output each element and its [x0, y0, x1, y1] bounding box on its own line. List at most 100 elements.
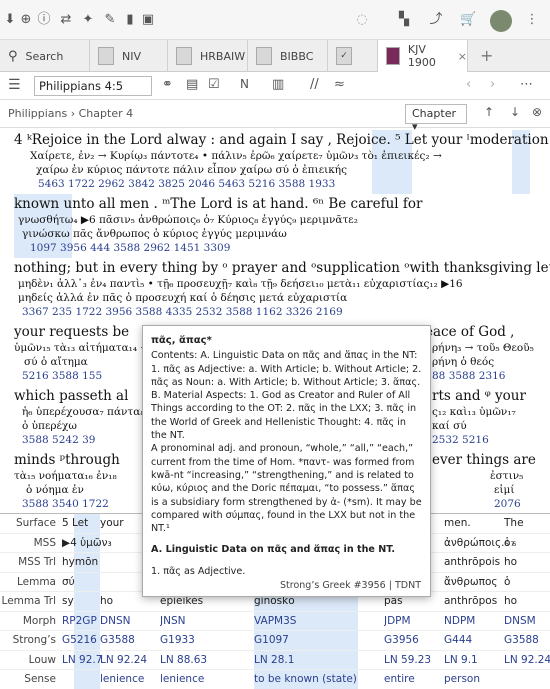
close-icon[interactable]: ×: [458, 50, 467, 63]
grid-cell[interactable]: JDPM: [384, 615, 411, 627]
tab-niv[interactable]: NIV: [90, 40, 168, 72]
tab-checklist[interactable]: ✓: [328, 40, 378, 72]
grid-cell[interactable]: ho: [504, 595, 517, 607]
verse-line[interactable]: 4 ᵏRejoice in the Lord alway : and again…: [14, 132, 550, 148]
grid-cell[interactable]: σύ: [62, 576, 75, 588]
tab-kjv[interactable]: KJV 1900 ×: [378, 40, 468, 72]
grid-cell[interactable]: VAPM3S: [254, 615, 296, 627]
columns-icon[interactable]: ▥: [272, 77, 284, 92]
grid-cell[interactable]: anthrōpos: [444, 595, 497, 607]
layouts-icon[interactable]: ▣: [140, 12, 156, 28]
more-icon[interactable]: ⋯: [520, 77, 533, 92]
verse-line[interactable]: ever things are: [432, 452, 547, 468]
grid-cell[interactable]: person: [444, 673, 480, 685]
hamburger-icon[interactable]: ☰: [8, 77, 21, 93]
sync-icon[interactable]: ⇄: [58, 12, 74, 28]
pin-icon[interactable]: ✦: [80, 12, 96, 28]
grid-cell[interactable]: ἄνθρωπος: [444, 576, 498, 588]
grid-cell[interactable]: JNSN: [160, 615, 185, 627]
popup-section[interactable]: A. Linguistic Data on πᾶς and ἅπας in th…: [151, 543, 422, 556]
grid-cell[interactable]: G3588: [100, 634, 135, 646]
sync-link-icon[interactable]: ⚭: [162, 77, 173, 92]
verse-line[interactable]: rts and ᵠ your: [432, 388, 547, 404]
grid-cell[interactable]: LN 9.1: [444, 654, 478, 666]
grid-cell[interactable]: LN 92.7: [62, 654, 102, 666]
parallel-icon[interactable]: //: [310, 77, 319, 92]
reference-input[interactable]: Philippians 4:5: [34, 76, 152, 96]
grid-cell[interactable]: your: [100, 517, 124, 529]
grid-cell[interactable]: G1097: [254, 634, 289, 646]
reference-value: Philippians 4:5: [39, 79, 124, 93]
grid-cell[interactable]: sy: [62, 595, 74, 607]
grid-cell[interactable]: LN 92.24: [100, 654, 147, 666]
cart-icon[interactable]: 🛒: [460, 12, 476, 28]
down-icon[interactable]: ↓: [510, 105, 520, 119]
tab-hrbaiw[interactable]: HRBAIW: [168, 40, 248, 72]
grid-cell[interactable]: entire: [384, 673, 415, 685]
grid-cell[interactable]: anthrōpois: [444, 556, 500, 568]
app-toolbar: ⬇ ⊕ ⓘ ⇄ ✦ ✎ ▮ ▣ ◌ ▚ ⤴ 🛒 ⋮: [0, 0, 550, 40]
tab-label: KJV 1900: [407, 43, 436, 69]
grid-cell[interactable]: lenience: [160, 673, 204, 685]
info-icon[interactable]: ⓘ: [36, 12, 52, 28]
popup-footer[interactable]: Strong’s Greek #3956 | TDNT: [151, 579, 421, 592]
grid-cell[interactable]: to be known (state): [254, 673, 357, 685]
check-icon[interactable]: ☑: [208, 77, 220, 92]
grid-cell[interactable]: NDPM: [444, 615, 475, 627]
grid-cell[interactable]: ▶4 ὑμῶν₃: [62, 537, 112, 549]
layout-icon[interactable]: ▚: [396, 12, 412, 28]
menu-icon[interactable]: ⋮: [524, 12, 540, 28]
grid-cell[interactable]: DNSM: [504, 615, 536, 627]
up-icon[interactable]: ↑: [484, 105, 494, 119]
bookmark-icon[interactable]: ▮: [122, 12, 138, 28]
tab-bibbc[interactable]: BIBBC: [248, 40, 328, 72]
back-icon[interactable]: ‹: [466, 77, 471, 92]
grid-cell[interactable]: ὁ₇: [504, 537, 515, 549]
popup-contents: Contents: A. Linguistic Data on πᾶς and …: [151, 350, 422, 442]
grid-cell[interactable]: hymōn: [62, 556, 98, 568]
search-icon: ⚲: [8, 48, 18, 64]
forward-icon[interactable]: ›: [490, 77, 495, 92]
grid-cell[interactable]: G3956: [384, 634, 419, 646]
grid-cell[interactable]: ho: [504, 556, 517, 568]
grid-cell[interactable]: LN 88.63: [160, 654, 207, 666]
download-icon[interactable]: ⬇: [2, 12, 18, 28]
panel-icon[interactable]: ▤: [186, 77, 198, 92]
verse-line[interactable]: known unto all men . ᵐThe Lord is at han…: [14, 196, 550, 212]
add-tab-icon[interactable]: +: [480, 46, 493, 65]
pen-icon[interactable]: ✎: [102, 12, 118, 28]
grid-row-label: Lemma: [16, 575, 56, 588]
hide-icon[interactable]: ⊗: [532, 105, 542, 119]
grid-cell[interactable]: ho: [100, 595, 113, 607]
grid-cell[interactable]: RP2GP: [62, 615, 97, 627]
grid-cell[interactable]: men.: [444, 517, 471, 529]
tab-label: HRBAIW: [200, 49, 246, 63]
add-icon[interactable]: ⊕: [18, 12, 34, 28]
grid-cell[interactable]: lenience: [100, 673, 144, 685]
grid-cell[interactable]: ὁ: [504, 576, 510, 588]
grid-cell[interactable]: DNSN: [100, 615, 130, 627]
grid-cell[interactable]: LN 28.1: [254, 654, 294, 666]
tab-search[interactable]: ⚲ Search: [0, 40, 90, 72]
grid-cell[interactable]: 5 Let: [62, 517, 88, 529]
lexicon-popup[interactable]: πᾶς, ἅπας* Contents: A. Linguistic Data …: [142, 325, 431, 597]
strongs-icon[interactable]: N: [240, 77, 249, 91]
grid-cell[interactable]: G3588: [504, 634, 539, 646]
approx-icon[interactable]: ≈: [334, 77, 345, 92]
grid-cell[interactable]: LN 59.23: [384, 654, 431, 666]
grid-cell[interactable]: The: [504, 517, 524, 529]
popout-icon[interactable]: ⤴: [428, 12, 444, 28]
grid-row-label: Louw: [28, 653, 56, 666]
verse-line[interactable]: eace of God ,: [425, 324, 545, 340]
verse-line[interactable]: nothing; but in every thing by ᵒ prayer …: [14, 260, 550, 276]
avatar[interactable]: [490, 10, 512, 32]
grid-cell[interactable]: G5216: [62, 634, 97, 646]
grid-cell[interactable]: G444: [444, 634, 472, 646]
breadcrumb[interactable]: Philippians › Chapter 4: [8, 107, 133, 120]
chapter-dropdown[interactable]: Chapter ▾: [405, 104, 467, 133]
grid-cell[interactable]: G1933: [160, 634, 195, 646]
popup-item[interactable]: 1. πᾶς as Adjective.: [151, 565, 422, 578]
tab-label: BIBBC: [280, 49, 314, 63]
grid-cell[interactable]: LN 92.24: [504, 654, 550, 666]
chapter-label: Chapter: [412, 107, 456, 120]
